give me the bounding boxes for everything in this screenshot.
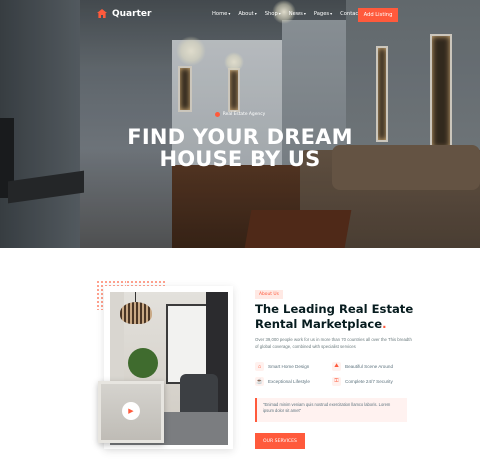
about-title: The Leading Real Estate Rental Marketpla… bbox=[255, 302, 435, 332]
about-title-dot: . bbox=[382, 317, 387, 331]
chevron-down-icon: ▾ bbox=[228, 11, 231, 16]
hero-title-line-1: FIND YOUR DREAM bbox=[127, 125, 353, 149]
feature-item: ⛰ Beautiful Scene Around bbox=[332, 362, 393, 371]
add-listing-button[interactable]: Add Listing bbox=[358, 8, 398, 22]
logo-icon bbox=[97, 9, 107, 18]
video-thumbnail[interactable]: ▶ bbox=[98, 381, 164, 443]
nav-item-label: About bbox=[238, 11, 254, 17]
hero-text-block: Real Estate Agency FIND YOUR DREAM HOUSE… bbox=[0, 104, 480, 170]
nav-item-home[interactable]: Home ▾ bbox=[212, 11, 230, 17]
hero-title-line-2: HOUSE BY US bbox=[159, 147, 321, 171]
feature-item: ☕ Exceptional Lifestyle bbox=[255, 377, 310, 386]
security-icon: ⚿ bbox=[332, 377, 341, 386]
chevron-down-icon: ▾ bbox=[303, 11, 306, 16]
nav-item-label: Pages bbox=[313, 11, 330, 17]
top-navbar: Quarter Home ▾ About ▾ Shop ▾ News ▾ Pages ▾ … bbox=[0, 0, 480, 32]
play-icon[interactable]: ▶ bbox=[122, 402, 140, 420]
our-services-button[interactable]: OUR SERVICES bbox=[255, 433, 305, 449]
nav-item-pages[interactable]: Pages ▾ bbox=[314, 11, 332, 17]
logo-text: Quarter bbox=[112, 9, 152, 19]
photo-lamp-cord bbox=[135, 292, 136, 302]
logo[interactable]: Quarter bbox=[96, 8, 151, 20]
feature-label: Exceptional Lifestyle bbox=[268, 379, 310, 384]
hero-tagline-text: Real Estate Agency bbox=[222, 112, 266, 117]
nav-item-news[interactable]: News ▾ bbox=[289, 11, 306, 17]
hero-title: FIND YOUR DREAM HOUSE BY US bbox=[0, 126, 480, 170]
feature-item: ⚿ Complete 24/7 Security bbox=[332, 377, 393, 386]
about-title-line-1: The Leading Real Estate bbox=[255, 302, 414, 316]
home-icon: ⌂ bbox=[255, 362, 264, 371]
chevron-down-icon: ▾ bbox=[330, 11, 333, 16]
chevron-down-icon: ▾ bbox=[278, 11, 281, 16]
feature-item: ⌂ Smart Home Design bbox=[255, 362, 309, 371]
about-title-line-2: Rental Marketplace bbox=[255, 317, 383, 331]
home-icon bbox=[214, 112, 220, 117]
photo-plant bbox=[128, 348, 158, 378]
nav-item-shop[interactable]: Shop ▾ bbox=[265, 11, 281, 17]
hero-tagline: Real Estate Agency bbox=[214, 112, 266, 117]
about-quote: "Enimad minim veniam quis nostrud exerci… bbox=[255, 398, 407, 422]
main-menu: Home ▾ About ▾ Shop ▾ News ▾ Pages ▾ Contact bbox=[212, 11, 360, 17]
nav-item-about[interactable]: About ▾ bbox=[238, 11, 256, 17]
feature-label: Complete 24/7 Security bbox=[345, 379, 393, 384]
chevron-down-icon: ▾ bbox=[254, 11, 257, 16]
nav-item-label: Home bbox=[212, 11, 228, 17]
about-badge: About Us bbox=[255, 290, 283, 299]
photo-window bbox=[166, 304, 210, 384]
about-description: Over 39,000 people work for us in more t… bbox=[255, 337, 412, 349]
lifestyle-icon: ☕ bbox=[255, 377, 264, 386]
feature-label: Beautiful Scene Around bbox=[345, 364, 394, 369]
scene-icon: ⛰ bbox=[332, 362, 341, 371]
nav-item-label: Shop bbox=[264, 11, 278, 17]
photo-pendant-lamp bbox=[120, 302, 152, 324]
feature-label: Smart Home Design bbox=[268, 364, 310, 369]
nav-item-label: News bbox=[288, 11, 303, 17]
